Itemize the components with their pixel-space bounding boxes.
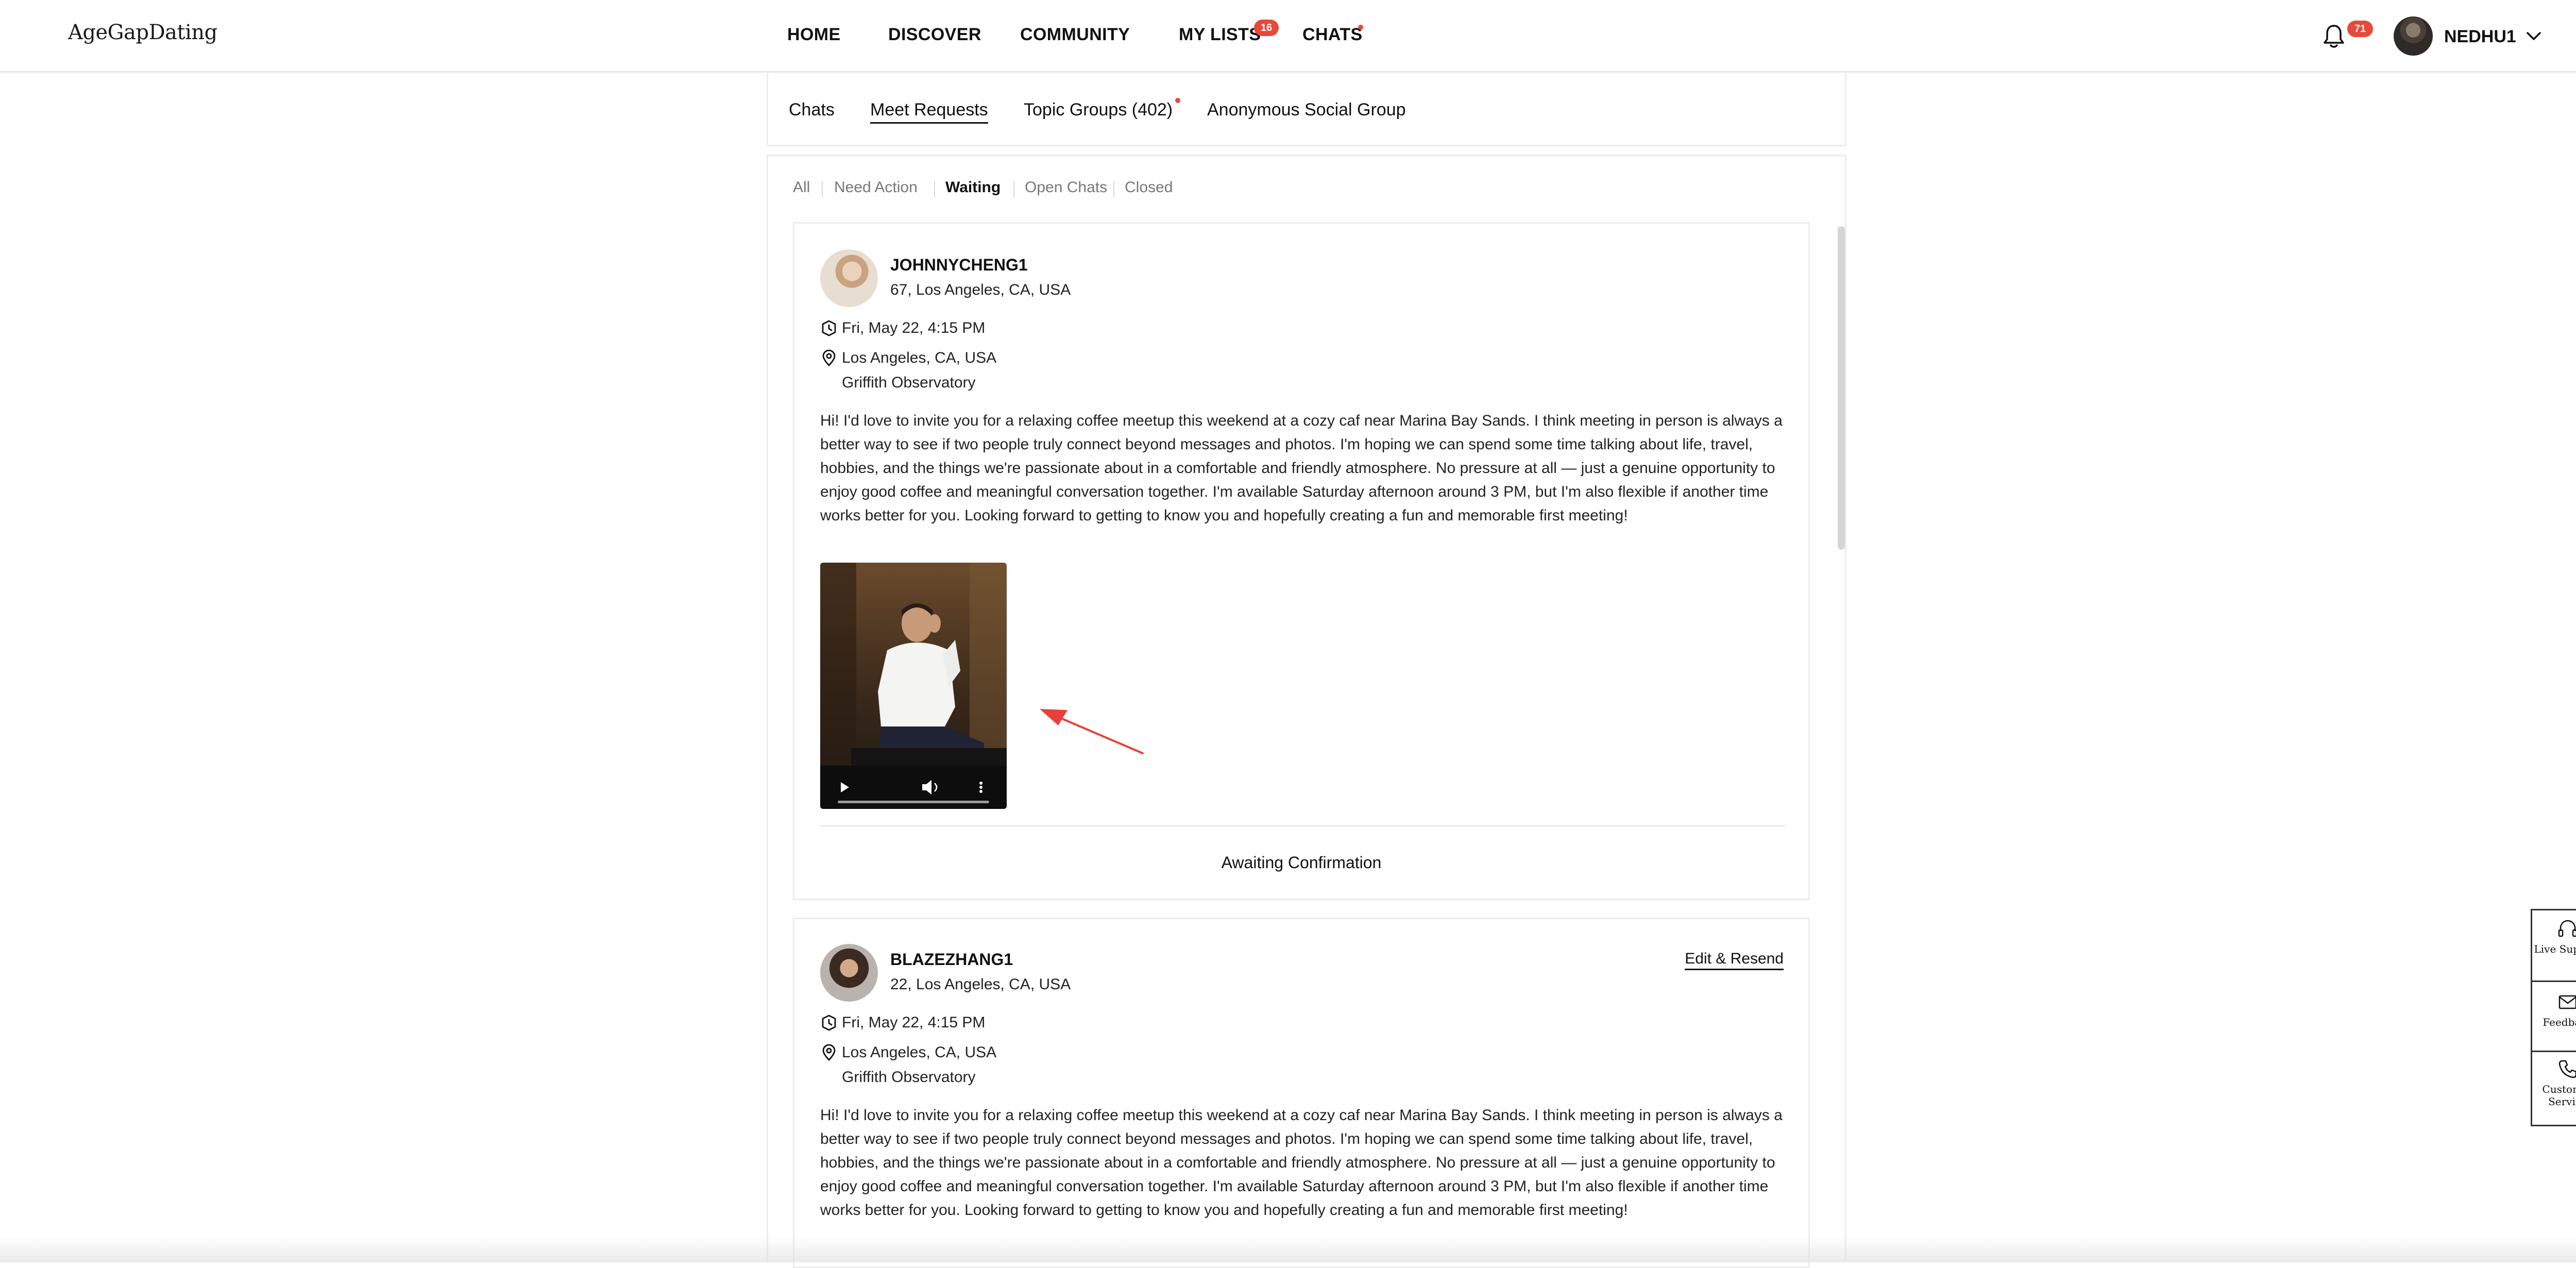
request-user-meta: 67, Los Angeles, CA, USA xyxy=(890,281,1071,298)
scrollbar-thumb[interactable] xyxy=(1838,226,1845,550)
request-location: Los Angeles, CA, USA xyxy=(842,1044,997,1061)
mail-icon xyxy=(2558,995,2576,1009)
tab-anonymous-social-group[interactable]: Anonymous Social Group xyxy=(1207,100,1406,120)
filter-waiting[interactable]: Waiting xyxy=(945,179,1001,196)
nav-home[interactable]: HOME xyxy=(787,25,841,45)
support-widget: Live Support Feedback Customer Service xyxy=(2531,909,2576,1126)
bottom-shadow xyxy=(0,1237,2576,1262)
request-status: Awaiting Confirmation xyxy=(1221,853,1382,872)
widget-separator xyxy=(2532,980,2576,982)
meet-requests-panel: All Need Action Waiting Open Chats Close… xyxy=(767,155,1846,1268)
filter-separator xyxy=(822,181,823,197)
nav-discover[interactable]: DISCOVER xyxy=(888,25,981,45)
meet-request-card: JOHNNYCHENG1 67, Los Angeles, CA, USA Fr… xyxy=(793,222,1810,900)
tab-topic-groups[interactable]: Topic Groups (402) xyxy=(1024,100,1173,120)
request-datetime: Fri, May 22, 4:15 PM xyxy=(842,1014,986,1031)
live-support-label: Live Support xyxy=(2534,943,2576,955)
tab-meet-requests[interactable]: Meet Requests xyxy=(870,100,988,124)
avatar[interactable] xyxy=(820,249,878,307)
request-message: Hi! I'd love to invite you for a relaxin… xyxy=(820,412,1783,524)
request-datetime: Fri, May 22, 4:15 PM xyxy=(842,319,986,336)
site-logo[interactable]: AgeGapDating xyxy=(68,21,217,44)
filter-need-action[interactable]: Need Action xyxy=(834,179,918,196)
bell-icon[interactable] xyxy=(2323,24,2345,49)
feedback-button[interactable]: Feedback xyxy=(2532,991,2576,1028)
filter-separator xyxy=(934,181,935,197)
video-thumbnail xyxy=(820,563,1007,809)
location-pin-icon xyxy=(822,349,836,366)
request-location: Los Angeles, CA, USA xyxy=(842,349,997,366)
request-venue: Griffith Observatory xyxy=(842,374,976,391)
request-message: Hi! I'd love to invite you for a relaxin… xyxy=(820,1107,1783,1219)
topic-groups-dot xyxy=(1175,98,1180,103)
meet-request-card: BLAZEZHANG1 22, Los Angeles, CA, USA Edi… xyxy=(793,918,1810,1268)
widget-separator xyxy=(2532,1051,2576,1052)
edit-resend-link[interactable]: Edit & Resend xyxy=(1685,950,1784,970)
filter-separator xyxy=(1013,181,1014,197)
card-divider xyxy=(820,825,1786,826)
phone-icon xyxy=(2558,1060,2576,1078)
chat-subtabs: Chats Meet Requests Topic Groups (402) A… xyxy=(767,71,1846,146)
username-label[interactable]: NEDHU1 xyxy=(2444,27,2516,47)
filter-separator xyxy=(1113,181,1114,197)
headset-icon xyxy=(2558,920,2576,937)
chevron-down-icon[interactable] xyxy=(2524,27,2543,45)
request-video[interactable] xyxy=(820,563,1007,809)
top-navigation-bar: AgeGapDating HOME DISCOVER COMMUNITY MY … xyxy=(0,0,2576,73)
feedback-label: Feedback xyxy=(2543,1016,2576,1028)
calendar-clock-icon xyxy=(822,1015,836,1031)
calendar-clock-icon xyxy=(822,320,836,336)
nav-my-lists[interactable]: MY LISTS xyxy=(1179,25,1261,45)
tab-chats[interactable]: Chats xyxy=(789,100,835,120)
nav-community[interactable]: COMMUNITY xyxy=(1020,25,1130,45)
live-support-button[interactable]: Live Support xyxy=(2532,918,2576,955)
location-pin-icon xyxy=(822,1044,836,1061)
request-venue: Griffith Observatory xyxy=(842,1069,976,1086)
filter-closed[interactable]: Closed xyxy=(1125,179,1173,196)
customer-service-button[interactable]: Customer Service xyxy=(2532,1058,2576,1108)
my-lists-badge: 16 xyxy=(1254,20,1279,36)
notifications-badge: 71 xyxy=(2347,21,2373,37)
chats-unread-dot xyxy=(1358,25,1363,30)
annotation-arrow-icon xyxy=(1040,709,1144,754)
filter-all[interactable]: All xyxy=(793,179,810,196)
user-avatar[interactable] xyxy=(2394,16,2433,56)
customer-service-label: Customer Service xyxy=(2542,1083,2576,1108)
request-user-meta: 22, Los Angeles, CA, USA xyxy=(890,976,1071,993)
request-username[interactable]: JOHNNYCHENG1 xyxy=(890,256,1028,275)
filter-open-chats[interactable]: Open Chats xyxy=(1025,179,1107,196)
request-username[interactable]: BLAZEZHANG1 xyxy=(890,950,1013,969)
nav-chats[interactable]: CHATS xyxy=(1302,25,1363,45)
avatar[interactable] xyxy=(820,944,878,1002)
